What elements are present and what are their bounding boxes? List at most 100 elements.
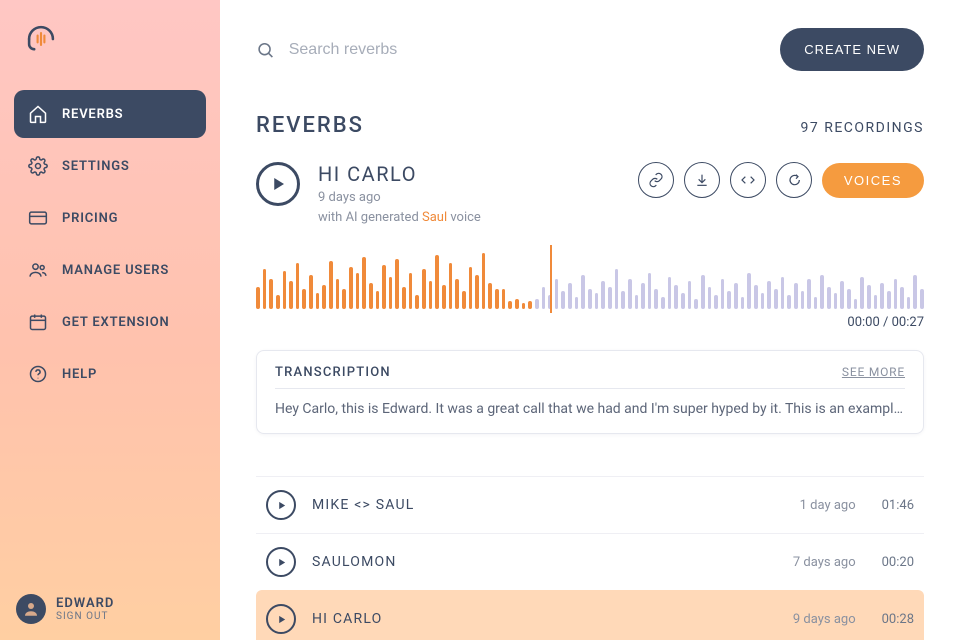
play-button-row[interactable] (266, 604, 296, 634)
wave-bar (648, 273, 652, 309)
wave-bar (900, 287, 904, 309)
wave-bar (568, 283, 572, 309)
wave-bar (382, 265, 386, 309)
wave-bar (495, 289, 499, 309)
search-input[interactable] (289, 41, 765, 59)
wave-bar (674, 285, 678, 309)
wave-bar (827, 287, 831, 309)
wave-bar (581, 275, 585, 309)
home-icon (28, 104, 48, 124)
sidebar-item-label: SETTINGS (62, 159, 130, 174)
comment-button[interactable] (776, 162, 812, 198)
wave-bar (429, 281, 433, 309)
wave-bar (449, 263, 453, 309)
sidebar-item-manage-users[interactable]: MANAGE USERS (14, 246, 206, 294)
wave-bar (329, 261, 333, 309)
wave-bar (422, 269, 426, 309)
wave-bar (727, 291, 731, 309)
wave-bar (635, 295, 639, 309)
wave-bar (688, 281, 692, 309)
card-icon (28, 208, 48, 228)
list-item[interactable]: HI CARLO 9 days ago 00:28 (256, 590, 924, 640)
page-title: REVERBS (256, 113, 364, 138)
wave-bar (542, 287, 546, 309)
sidebar-item-reverbs[interactable]: REVERBS (14, 90, 206, 138)
wave-bar (415, 295, 419, 309)
wave-bar (694, 299, 698, 309)
wave-bar (601, 281, 605, 309)
wave-bar (462, 291, 466, 309)
wave-bar (668, 277, 672, 309)
wave-bar (488, 283, 492, 309)
wave-bar (595, 293, 599, 309)
wave-bar (920, 289, 924, 309)
wave-bar (754, 285, 758, 309)
transcription-card: TRANSCRIPTION SEE MORE Hey Carlo, this i… (256, 350, 924, 434)
transcription-title: TRANSCRIPTION (275, 365, 391, 380)
timestamps: 00:00 / 00:27 (256, 315, 924, 330)
wave-bar (608, 287, 612, 309)
wave-bar (475, 275, 479, 309)
search-icon (256, 40, 275, 60)
download-button[interactable] (684, 162, 720, 198)
create-new-button[interactable]: CREATE NEW (780, 28, 924, 71)
playhead[interactable] (550, 245, 552, 313)
wave-bar (840, 281, 844, 309)
play-button-row[interactable] (266, 547, 296, 577)
sign-out-link[interactable]: SIGN OUT (56, 611, 114, 622)
content: REVERBS 97 RECORDINGS HI CARLO 9 days ag… (220, 83, 960, 640)
list-item[interactable]: MIKE <> SAUL 1 day ago 01:46 (256, 476, 924, 533)
wave-bar (894, 279, 898, 309)
recording-title: SAULOMON (312, 554, 777, 570)
play-button[interactable] (256, 162, 300, 206)
sidebar: REVERBS SETTINGS PRICING MANAGE USERS GE… (0, 0, 220, 640)
wave-bar (747, 273, 751, 309)
page-head: REVERBS 97 RECORDINGS (256, 113, 924, 138)
link-icon (648, 172, 664, 188)
sidebar-item-pricing[interactable]: PRICING (14, 194, 206, 242)
list-item[interactable]: SAULOMON 7 days ago 00:20 (256, 533, 924, 590)
play-icon (269, 175, 287, 193)
wave-bar (874, 295, 878, 309)
wave-bar (854, 299, 858, 309)
calendar-icon (28, 312, 48, 332)
play-button-row[interactable] (266, 490, 296, 520)
gear-icon (28, 156, 48, 176)
chat-icon (786, 172, 802, 188)
sidebar-item-label: PRICING (62, 211, 118, 226)
recording-age: 1 day ago (800, 498, 856, 513)
recording-age: 9 days ago (793, 612, 856, 627)
wave-bar (654, 289, 658, 309)
wave-bar (336, 279, 340, 309)
wave-bar (734, 283, 738, 309)
voices-button[interactable]: VOICES (822, 163, 924, 198)
sidebar-item-help[interactable]: HELP (14, 350, 206, 398)
sidebar-item-get-extension[interactable]: GET EXTENSION (14, 298, 206, 346)
wave-bar (774, 289, 778, 309)
recording-title: MIKE <> SAUL (312, 497, 784, 513)
avatar[interactable] (16, 594, 46, 624)
featured-actions: VOICES (638, 162, 924, 198)
waveform[interactable] (256, 249, 924, 309)
play-icon (276, 500, 287, 511)
wave-bar (482, 253, 486, 309)
wave-bar (820, 275, 824, 309)
topbar: CREATE NEW (220, 0, 960, 83)
wave-bar (588, 289, 592, 309)
link-button[interactable] (638, 162, 674, 198)
wave-bar (402, 287, 406, 309)
wave-bar (349, 267, 353, 309)
embed-button[interactable] (730, 162, 766, 198)
sidebar-item-settings[interactable]: SETTINGS (14, 142, 206, 190)
see-more-link[interactable]: SEE MORE (842, 365, 905, 379)
wave-bar (887, 291, 891, 309)
wave-bar (389, 277, 393, 309)
wave-bar (256, 287, 260, 309)
recording-title: HI CARLO (312, 611, 777, 627)
wave-bar (296, 263, 300, 309)
wave-bar (575, 297, 579, 309)
wave-bar (455, 279, 459, 309)
sidebar-item-label: REVERBS (62, 107, 123, 122)
featured-meta: HI CARLO 9 days ago with AI generated Sa… (318, 162, 620, 227)
wave-bar (621, 291, 625, 309)
